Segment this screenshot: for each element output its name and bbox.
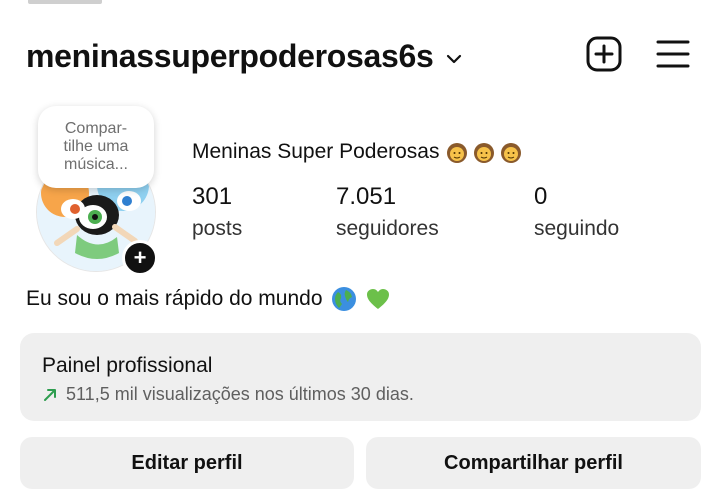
girl-emoji bbox=[474, 143, 495, 163]
stat-followers[interactable]: 7.051 seguidores bbox=[336, 183, 439, 241]
stat-following[interactable]: 0 seguindo bbox=[534, 183, 619, 241]
professional-dashboard[interactable]: Painel profissional 511,5 mil visualizaç… bbox=[20, 333, 701, 421]
trend-up-arrow-icon bbox=[44, 388, 56, 401]
username[interactable]: meninassuperpoderosas6s bbox=[26, 38, 434, 75]
share-profile-button[interactable]: Compartilhar perfil bbox=[366, 437, 701, 489]
stat-followers-value: 7.051 bbox=[336, 183, 397, 210]
green-heart-emoji bbox=[366, 289, 389, 309]
menu-icon[interactable] bbox=[656, 39, 690, 69]
globe-emoji bbox=[331, 287, 356, 311]
new-post-icon[interactable] bbox=[586, 36, 622, 72]
stat-followers-label: seguidores bbox=[336, 217, 439, 240]
bio: Eu sou o mais rápido do mundo bbox=[26, 286, 391, 312]
stat-posts[interactable]: 301 posts bbox=[192, 183, 242, 241]
add-story-button[interactable]: + bbox=[122, 240, 158, 276]
stat-posts-label: posts bbox=[192, 217, 243, 240]
note-text: Compar- tilhe uma música... bbox=[63, 120, 129, 173]
status-bar-fragment bbox=[28, 0, 102, 4]
note-bubble[interactable]: Compar- tilhe uma música... bbox=[38, 106, 154, 188]
chevron-down-icon[interactable] bbox=[446, 54, 462, 64]
panel-subtitle: 511,5 mil visualizações nos últimos 30 d… bbox=[66, 384, 414, 404]
panel-subtitle-row: 511,5 mil visualizações nos últimos 30 d… bbox=[42, 384, 414, 405]
stat-following-value: 0 bbox=[534, 183, 548, 210]
profile-header: meninassuperpoderosas6s bbox=[26, 34, 690, 78]
stat-posts-value: 301 bbox=[192, 183, 233, 210]
edit-profile-button[interactable]: Editar perfil bbox=[20, 437, 354, 489]
display-name-row: Meninas Super Poderosas bbox=[192, 140, 523, 164]
girl-emoji bbox=[501, 143, 522, 163]
display-name: Meninas Super Poderosas bbox=[192, 140, 440, 163]
bio-text: Eu sou o mais rápido do mundo bbox=[26, 287, 323, 310]
panel-title: Painel profissional bbox=[42, 354, 213, 377]
girl-emoji bbox=[447, 143, 468, 163]
stat-following-label: seguindo bbox=[534, 217, 620, 240]
